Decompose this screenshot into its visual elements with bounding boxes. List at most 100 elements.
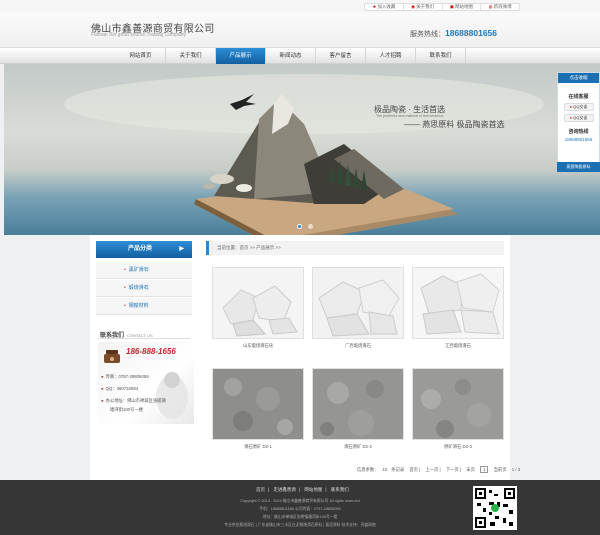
product-image [412,368,504,440]
product-category-header: 产品分类 ▶ [96,241,192,258]
qr-code-image [475,488,515,528]
fax-icon: ● [101,374,104,379]
main-content: 产品分类 ▶ • 黑矿滑石 • 煅烧滑石 • 钢窗材料 联系我们 CONTACT US 1… [90,235,520,480]
hero-banner[interactable]: 极品陶瓷 · 生活首选 The preferred new material o… [4,64,600,235]
floating-service-panel: 点击收缩 在线客服 ● QQ交谈 ● QQ交谈 咨询热线 18688801656… [557,72,600,172]
total-count: 10 [382,467,388,472]
qq-chat-label: QQ交谈 [573,115,588,120]
product-category-list: • 黑矿滑石 • 煅烧滑石 • 钢窗材料 [96,262,192,316]
footer-link-contact[interactable]: 联系我们 [331,487,349,492]
footer-links: 首页 | 走进鑫善源 | 网站地图 | 联系我们 [256,487,349,492]
product-name[interactable]: 江西煅烧滑石 [412,343,504,349]
grey-ore-image [213,369,303,439]
category-label: 钢窗材料 [128,303,149,309]
qq-text: QQ：360732684 [105,386,139,391]
add-favorite-link[interactable]: ★加入收藏 [365,4,404,10]
page-last[interactable]: 末页 [466,467,475,472]
product-name[interactable]: 广西煅烧滑石 [312,343,404,349]
main-nav: 网站首页 关于我们 产品展示 新闻动态 客户留言 人才招聘 联系我们 [0,47,600,64]
product-card[interactable]: 江西煅烧滑石 [412,267,504,349]
footer-link-about[interactable]: 走进鑫善源 [273,487,296,492]
product-card[interactable]: 广西煅烧滑石 [312,267,404,349]
product-image [212,368,304,440]
page: ★加入收藏 ◉关于我们 ▣网站地图 ◍新浪微博 佛山市鑫善源商贸有限公司 Fos… [0,0,600,535]
user-icon: ◉ [411,4,416,9]
nav-item-home[interactable]: 网站首页 [116,48,166,64]
qq-icon: ● [569,104,573,109]
nav-items: 网站首页 关于我们 产品展示 新闻动态 客户留言 人才招聘 联系我们 [116,48,466,64]
product-card[interactable]: 原矿滑石 D2-3 [412,368,504,450]
nav-item-contact[interactable]: 联系我们 [416,48,466,64]
pagination: 信息条数： 10 条记录 首页 | 上一页 | 下一页 | 末页 1 当前页 1 /… [357,466,521,473]
float-collapse-button[interactable]: 点击收缩 [558,73,599,83]
location-icon: ● [101,398,104,403]
category-item[interactable]: • 黑矿滑石 [96,262,192,279]
nav-item-jobs[interactable]: 人才招聘 [366,48,416,64]
category-label: 煅烧滑石 [128,285,149,291]
product-image [412,267,504,339]
star-icon: ★ [372,4,377,9]
total-label: 信息条数： [357,467,379,472]
breadcrumb[interactable]: 当前位置：首页 >> 产品展示 >> [206,241,504,255]
contact-qq: ● QQ：360732684 [101,386,138,392]
grey-ore-image [313,369,403,439]
float-tel-title: 咨询热线 [568,129,589,135]
contact-fax: ● 传真：0757-28806059 [101,374,149,380]
white-rock-image [213,268,303,338]
float-footer-link[interactable]: 燕思陶瓷原料 [557,162,600,172]
nav-item-guestbook[interactable]: 客户留言 [316,48,366,64]
slide-dot-1[interactable] [297,224,302,229]
product-name[interactable]: 滑石原矿 D2-2 [312,444,404,450]
product-category-title: 产品分类 [128,246,153,252]
nav-item-products[interactable]: 产品展示 [216,48,266,64]
page-current-label: 当前页 [493,467,507,472]
product-card[interactable]: 山东煅烧滑石块 [212,267,304,349]
product-name[interactable]: 原矿滑石 D2-3 [412,444,504,450]
banner-slogan-secondary: —— 燕思原料 极品陶瓷首选 [404,120,505,129]
category-label: 黑矿滑石 [128,267,149,273]
qr-code [473,486,517,530]
product-image [312,368,404,440]
white-rock-image [413,268,503,338]
footer-link-sitemap[interactable]: 网站地图 [304,487,322,492]
page-first[interactable]: 首页 [409,467,418,472]
product-name[interactable]: 山东煅烧滑石块 [212,343,304,349]
fax-text: 传真：0757-28806059 [105,374,149,379]
page-of: 1 / 3 [511,467,521,472]
product-image [312,267,404,339]
qq-chat-label: QQ交谈 [573,104,588,109]
white-rock-image [313,268,403,338]
contact-address: ● 办公地址：佛山市禅城区张槎镇 [101,398,166,404]
product-name[interactable]: 滑石原矿 D2-1 [212,444,304,450]
nav-item-about[interactable]: 关于我们 [166,48,216,64]
page-prev[interactable]: 上一页 [425,467,438,472]
about-link[interactable]: ◉关于我们 [404,4,443,10]
float-title: 在线客服 [568,94,589,100]
top-links: ★加入收藏 ◉关于我们 ▣网站地图 ◍新浪微博 [364,3,520,11]
sitemap-link[interactable]: ▣网站地图 [443,4,482,10]
product-card[interactable]: 滑石原矿 D2-1 [212,368,304,450]
divider [98,338,190,339]
company-name-en: Foshan Xin good source Trading Company [91,32,187,38]
category-item[interactable]: • 钢窗材料 [96,298,192,315]
qq-chat-button-1[interactable]: ● QQ交谈 [563,103,594,111]
category-item[interactable]: • 煅烧滑石 [96,280,192,297]
slide-indicators [297,224,313,229]
page-select[interactable]: 1 [480,466,489,473]
slide-dot-2[interactable] [308,224,313,229]
page-next[interactable]: 下一页 [446,467,459,472]
product-card[interactable]: 滑石原矿 D2-2 [312,368,404,450]
weibo-link[interactable]: ◍新浪微博 [481,4,519,10]
nav-item-news[interactable]: 新闻动态 [266,48,316,64]
address-line-1: 办公地址：佛山市禅城区张槎镇 [105,398,166,403]
weibo-icon: ◍ [488,4,493,9]
site-header: 佛山市鑫善源商贸有限公司 Foshan Xin good source Trad… [0,13,600,47]
contact-address-2: 塘湾街100号一楼 [110,407,143,412]
grey-ore-image [413,369,503,439]
service-hotline: 服务热线：18688801656 [410,28,497,39]
footer-link-home[interactable]: 首页 [256,487,265,492]
qq-chat-button-2[interactable]: ● QQ交谈 [563,114,594,122]
sitemap-icon: ▣ [449,4,454,9]
top-utility-bar: ★加入收藏 ◉关于我们 ▣网站地图 ◍新浪微博 [0,0,600,13]
bullet-icon: • [124,303,126,309]
